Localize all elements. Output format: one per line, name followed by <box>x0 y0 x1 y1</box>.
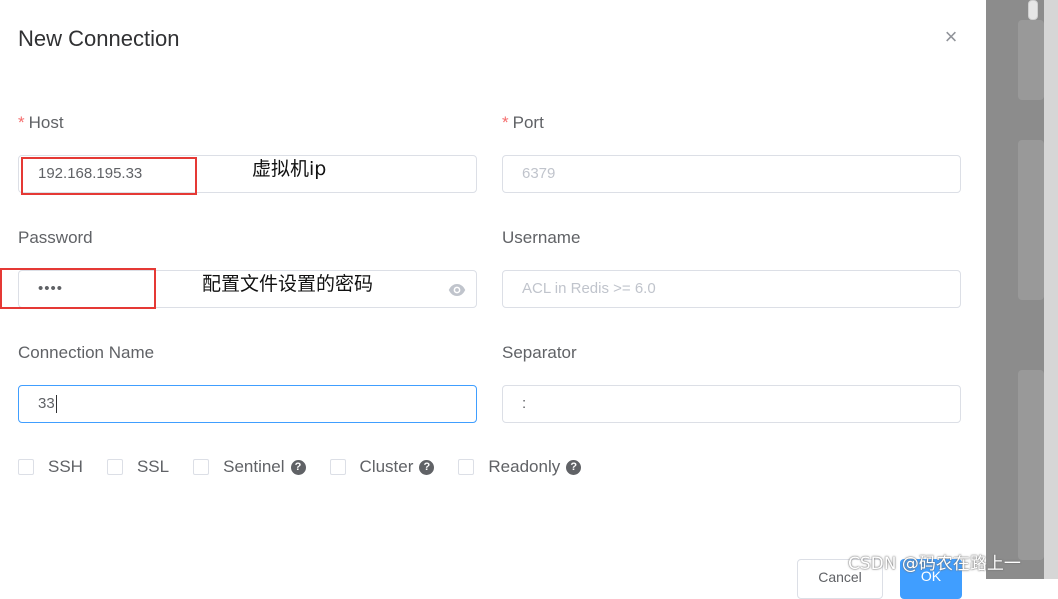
port-input[interactable]: 6379 <box>502 155 961 193</box>
sentinel-checkbox[interactable]: Sentinel ? <box>193 457 306 477</box>
separator-label: Separator <box>502 343 577 362</box>
separator-input[interactable]: : <box>502 385 961 423</box>
question-circle-icon[interactable]: ? <box>419 459 435 475</box>
connection-options: SSH SSL Sentinel ? Cluster ? Readonly ? <box>18 457 605 477</box>
ssh-checkbox[interactable]: SSH <box>18 457 83 477</box>
username-placeholder: ACL in Redis >= 6.0 <box>522 280 656 297</box>
background-card <box>1018 140 1044 300</box>
checkbox-box[interactable] <box>106 459 123 475</box>
sentinel-label: Sentinel <box>223 457 285 476</box>
question-circle-icon[interactable]: ? <box>290 459 306 475</box>
checkbox-box[interactable] <box>193 459 210 475</box>
watermark: CSDN @码农在路上一 <box>848 554 1021 574</box>
connection-name-label: Connection Name <box>18 343 155 362</box>
username-input[interactable]: ACL in Redis >= 6.0 <box>502 270 961 308</box>
port-label-text: Port <box>512 113 544 132</box>
background-card <box>1018 20 1044 100</box>
ssh-label: SSH <box>48 457 83 476</box>
dialog-title: New Connection <box>18 26 180 51</box>
connection-name-value: 33 <box>38 395 55 412</box>
question-circle-icon[interactable]: ? <box>566 459 582 475</box>
ssl-label: SSL <box>136 457 170 476</box>
readonly-checkbox[interactable]: Readonly ? <box>458 457 582 477</box>
password-annotation: 配置文件设置的密码 <box>202 273 374 295</box>
ssl-checkbox[interactable]: SSL <box>106 457 170 477</box>
username-label: Username <box>502 228 581 247</box>
close-icon[interactable]: × <box>940 26 962 48</box>
checkbox-box[interactable] <box>329 459 346 475</box>
separator-value: : <box>522 395 527 412</box>
cluster-checkbox[interactable]: Cluster ? <box>329 457 435 477</box>
host-annotation-box <box>21 157 197 195</box>
cluster-label: Cluster <box>359 457 414 476</box>
host-label-text: Host <box>28 113 64 132</box>
host-label: * Host <box>18 113 64 133</box>
readonly-label: Readonly <box>488 457 561 476</box>
password-annotation-box <box>0 268 156 309</box>
checkbox-box[interactable] <box>18 459 34 475</box>
required-marker: * <box>18 113 25 132</box>
scrollbar-track[interactable] <box>1044 0 1058 579</box>
text-caret <box>55 395 57 414</box>
password-label: Password <box>18 228 93 247</box>
required-marker: * <box>502 113 509 132</box>
checkbox-box[interactable] <box>458 459 475 475</box>
port-label: * Port <box>502 113 544 133</box>
port-placeholder: 6379 <box>522 165 556 182</box>
connection-name-input[interactable]: 33 <box>18 385 477 423</box>
eye-icon[interactable] <box>448 281 466 299</box>
background-card <box>1018 370 1044 560</box>
scrollbar-thumb[interactable] <box>1028 0 1038 20</box>
host-annotation: 虚拟机ip <box>252 158 327 180</box>
